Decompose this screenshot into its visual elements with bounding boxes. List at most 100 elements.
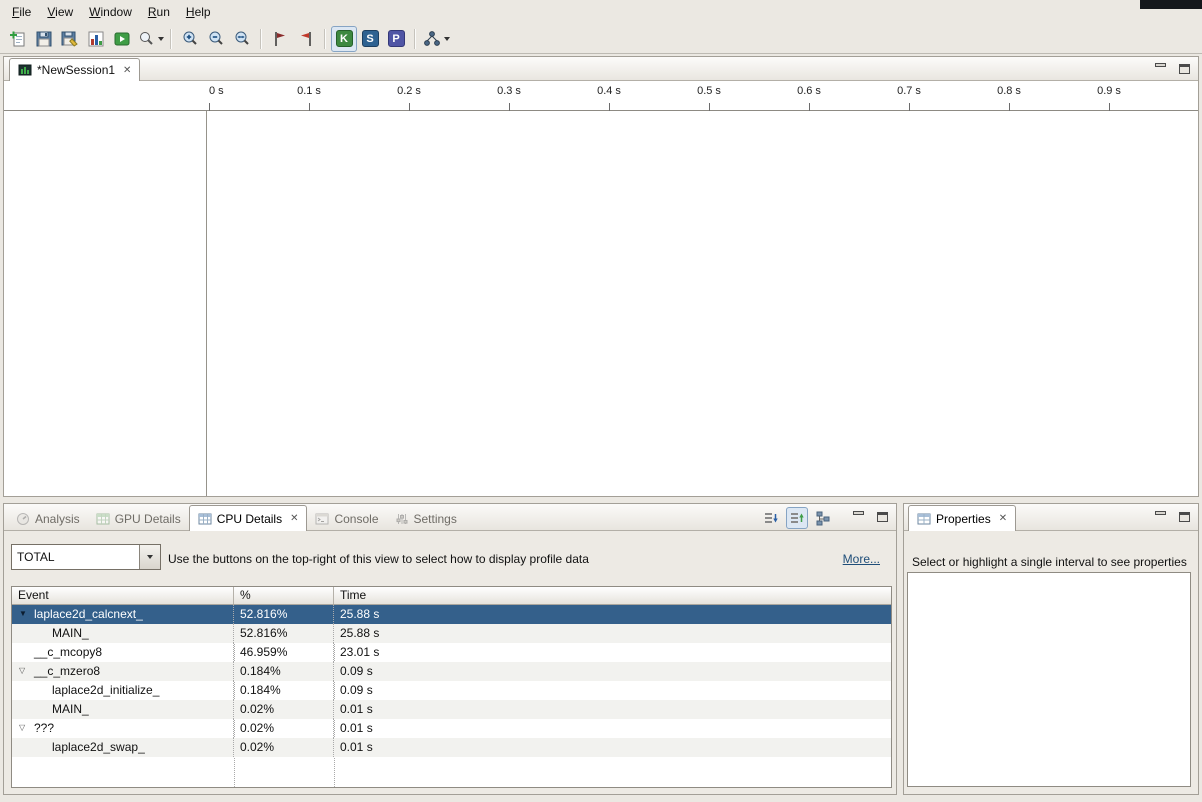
column-header-time[interactable]: Time <box>334 587 891 604</box>
ruler-label: 0.3 s <box>497 85 521 97</box>
minimize-icon[interactable] <box>1154 63 1167 75</box>
flat-view-icon <box>763 510 779 526</box>
call-tree-view-icon <box>789 510 805 526</box>
tab-label: Settings <box>414 512 457 526</box>
next-marker-flag-icon <box>270 29 290 49</box>
menu-view[interactable]: View <box>39 2 81 22</box>
display-mode-value: TOTAL <box>12 545 139 569</box>
close-icon[interactable]: ✕ <box>290 513 298 524</box>
timeline-ruler[interactable]: 0 s 0.1 s 0.2 s 0.3 s 0.4 s 0.5 s 0.6 s … <box>206 81 1198 111</box>
tab-label: GPU Details <box>115 512 181 526</box>
tab-label: Properties <box>936 512 991 526</box>
event-name: MAIN_ <box>52 702 89 716</box>
call-tree-view-button[interactable] <box>786 507 808 529</box>
properties-tab-icon <box>917 512 931 526</box>
minimize-icon[interactable] <box>1154 511 1167 523</box>
previous-marker-flag-icon <box>296 29 316 49</box>
tab-properties[interactable]: Properties ✕ <box>908 505 1016 531</box>
magnifier-icon <box>136 29 156 49</box>
cpu-details-tab-icon <box>198 512 212 526</box>
chevron-down-icon[interactable] <box>139 545 160 569</box>
menu-file[interactable]: File <box>4 2 39 22</box>
zoom-in-icon <box>180 29 200 49</box>
ruler-tick <box>509 103 510 111</box>
properties-window-buttons <box>1154 511 1190 523</box>
event-time: 0.01 s <box>334 700 891 719</box>
analysis-graph-icon <box>422 29 442 49</box>
process-mode-button[interactable]: P <box>383 26 409 52</box>
kernel-mode-button[interactable]: K <box>331 26 357 52</box>
expander-icon[interactable]: ▽ <box>19 723 25 733</box>
expander-icon[interactable]: ▼ <box>19 609 27 619</box>
toolbar-separator <box>324 29 326 49</box>
caller-tree-view-icon <box>815 510 831 526</box>
close-icon[interactable]: ✕ <box>123 65 131 76</box>
save-as-button[interactable] <box>57 26 83 52</box>
details-panel: Analysis GPU Details CPU Details <box>3 503 897 795</box>
flat-view-button[interactable] <box>760 507 782 529</box>
ruler-tick <box>409 103 410 111</box>
editor-tab-label: *NewSession1 <box>37 63 115 77</box>
menu-run[interactable]: Run <box>140 2 178 22</box>
tab-analysis[interactable]: Analysis <box>8 507 88 530</box>
zoom-fit-button[interactable] <box>229 26 255 52</box>
main-toolbar: K S P <box>0 24 1202 54</box>
event-name: __c_mzero8 <box>34 664 100 678</box>
save-button[interactable] <box>31 26 57 52</box>
zoom-in-button[interactable] <box>177 26 203 52</box>
find-menu-button[interactable] <box>135 26 165 52</box>
tab-gpu-details[interactable]: GPU Details <box>88 507 189 530</box>
tab-settings[interactable]: Settings <box>387 507 465 530</box>
menu-help[interactable]: Help <box>178 2 219 22</box>
properties-content-box <box>907 572 1191 787</box>
table-row[interactable]: ▼laplace2d_calcnext_ 52.816% 25.88 s <box>12 605 891 624</box>
ruler-tick <box>1009 103 1010 111</box>
column-header-percent[interactable]: % <box>234 587 334 604</box>
run-export-button[interactable] <box>109 26 135 52</box>
event-name: MAIN_ <box>52 626 89 640</box>
chart-view-button[interactable] <box>83 26 109 52</box>
table-row[interactable]: laplace2d_initialize_ 0.184% 0.09 s <box>12 681 891 700</box>
maximize-icon[interactable] <box>1179 64 1190 74</box>
zoom-out-button[interactable] <box>203 26 229 52</box>
event-time: 25.88 s <box>334 605 891 624</box>
table-row[interactable]: MAIN_ 0.02% 0.01 s <box>12 700 891 719</box>
column-header-event[interactable]: Event <box>12 587 234 604</box>
new-session-button[interactable] <box>5 26 31 52</box>
properties-panel: Properties ✕ Select or highlight a singl… <box>903 503 1199 795</box>
table-row[interactable]: ▽??? 0.02% 0.01 s <box>12 719 891 738</box>
minimize-icon[interactable] <box>852 511 865 523</box>
expander-icon[interactable]: ▽ <box>19 666 25 676</box>
table-row[interactable]: MAIN_ 52.816% 25.88 s <box>12 624 891 643</box>
next-marker-button[interactable] <box>267 26 293 52</box>
timeline-name-column-divider[interactable] <box>206 111 207 496</box>
tab-new-session[interactable]: *NewSession1 ✕ <box>9 58 140 81</box>
tab-cpu-details[interactable]: CPU Details ✕ <box>189 505 308 531</box>
event-percent: 0.184% <box>234 662 334 681</box>
chevron-down-icon <box>444 37 450 41</box>
table-row[interactable]: laplace2d_swap_ 0.02% 0.01 s <box>12 738 891 757</box>
table-row[interactable]: __c_mcopy8 46.959% 23.01 s <box>12 643 891 662</box>
ruler-label: 0 s <box>209 85 224 97</box>
previous-marker-button[interactable] <box>293 26 319 52</box>
ruler-tick <box>309 103 310 111</box>
event-percent: 46.959% <box>234 643 334 662</box>
event-time: 0.09 s <box>334 662 891 681</box>
caller-tree-view-button[interactable] <box>812 507 834 529</box>
cpu-events-table: Event % Time ▼laplace2d_calcnext_ 52.816… <box>11 586 892 788</box>
ruler-label: 0.8 s <box>997 85 1021 97</box>
event-name: laplace2d_initialize_ <box>52 683 159 697</box>
maximize-icon[interactable] <box>1179 512 1190 522</box>
event-time: 25.88 s <box>334 624 891 643</box>
display-mode-select[interactable]: TOTAL <box>11 544 161 570</box>
tab-console[interactable]: Console <box>307 507 386 530</box>
maximize-icon[interactable] <box>877 512 888 522</box>
stream-mode-button[interactable]: S <box>357 26 383 52</box>
editor-tab-strip: *NewSession1 ✕ <box>4 57 1198 81</box>
menu-window[interactable]: Window <box>81 2 140 22</box>
event-name: __c_mcopy8 <box>34 645 102 659</box>
more-link[interactable]: More... <box>843 552 880 566</box>
analysis-menu-button[interactable] <box>421 26 451 52</box>
close-icon[interactable]: ✕ <box>999 513 1007 524</box>
table-row[interactable]: ▽ __c_mzero8 0.184% 0.09 s <box>12 662 891 681</box>
